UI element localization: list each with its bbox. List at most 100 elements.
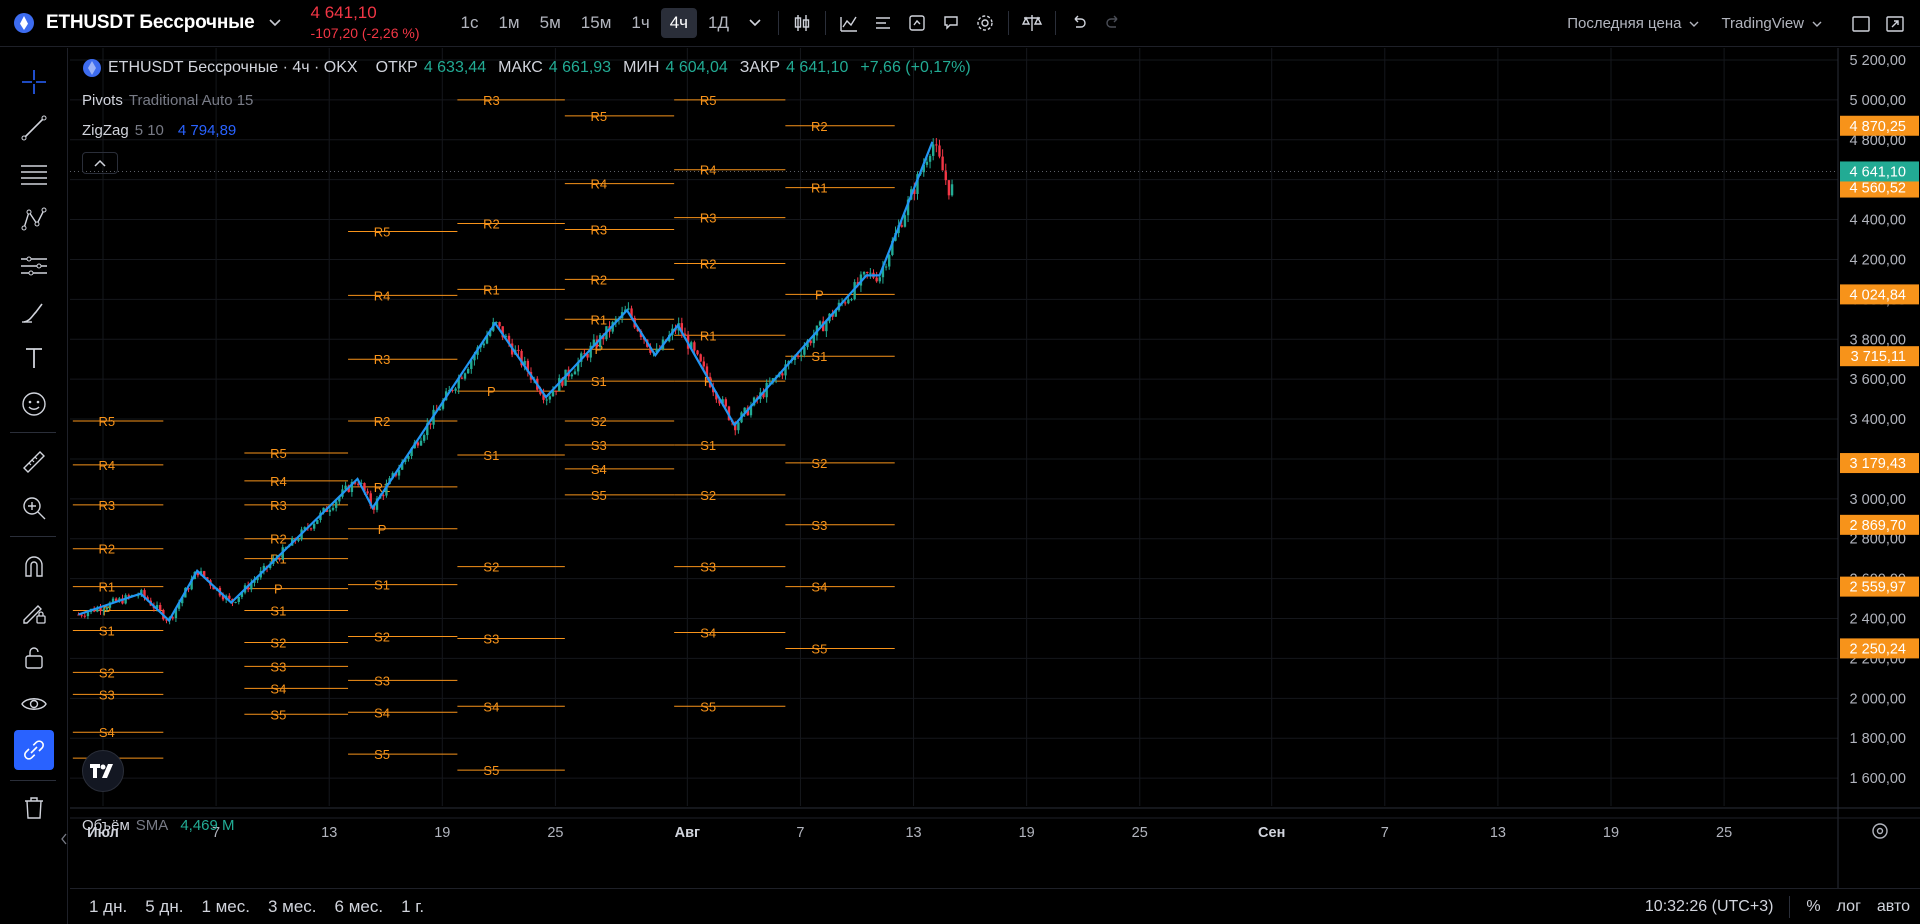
alert-icon[interactable] — [900, 6, 934, 40]
series-legend[interactable]: ETHUSDT Бессрочные · 4ч · OKX ОТКР 4 633,… — [82, 58, 971, 78]
date-range-group: 1 дн. 5 дн. 1 мес. 3 мес. 6 мес. 1 г. — [70, 897, 433, 917]
price-source-dropdown[interactable]: Последняя цена — [1567, 15, 1699, 32]
trend-line-icon[interactable] — [14, 108, 54, 148]
ruler-icon[interactable] — [14, 442, 54, 482]
pivot-level-label: R2 — [811, 119, 828, 134]
candle-body — [554, 390, 558, 392]
zigzag-legend[interactable]: ZigZag 5 10 4 794,89 — [82, 122, 236, 139]
pivot-price-badge-label: 2 559,97 — [1850, 580, 1906, 596]
timeframe-1ч[interactable]: 1ч — [622, 8, 658, 38]
top-toolbar: ETHUSDT Бессрочные 4 641,10 -107,20 (-2,… — [0, 0, 1920, 47]
range-button-1[interactable]: 5 дн. — [136, 897, 192, 917]
forecast-icon[interactable] — [14, 246, 54, 286]
symbol-search[interactable]: ETHUSDT Бессрочные — [0, 0, 281, 47]
pivots-legend[interactable]: Pivots Traditional Auto 15 — [82, 92, 253, 109]
volume-legend[interactable]: Объём SMA 4,469 M — [82, 817, 235, 834]
volume-ma: SMA — [135, 817, 169, 834]
pivot-level-label: R4 — [591, 177, 608, 192]
pivot-level-label: S2 — [270, 635, 286, 650]
pivot-level-label: R1 — [700, 328, 717, 343]
price-chart[interactable]: R5 R4 R3 R2 R1 P S1 S2 S3 S4 S5 R5 R4 R3 R2 R1 P S1 S2 S3 S4… — [70, 48, 1920, 888]
magnet-icon[interactable] — [14, 546, 54, 586]
pivot-level-label: R5 — [99, 414, 116, 429]
tradingview-logo-icon[interactable] — [82, 750, 124, 792]
clock[interactable]: 10:32:26 (UTC+3) — [1645, 898, 1774, 916]
toolbar-divider — [10, 536, 56, 537]
axis-settings-icon-inner — [1876, 827, 1884, 835]
price-axis-tick: 5 000,00 — [1850, 93, 1906, 109]
candle-body — [517, 349, 520, 351]
candle-body — [931, 144, 935, 156]
pivot-level-label: R5 — [270, 446, 287, 461]
pivot-level-label: S2 — [483, 560, 499, 575]
range-button-3[interactable]: 3 мес. — [259, 897, 326, 917]
provider-label: TradingView — [1721, 15, 1804, 32]
lock-drawing-icon[interactable] — [14, 592, 54, 632]
eye-icon[interactable] — [14, 684, 54, 724]
log-scale-toggle[interactable]: лог — [1837, 898, 1861, 916]
zoom-in-icon[interactable] — [14, 488, 54, 528]
candle-body — [699, 354, 702, 362]
timeframe-1м[interactable]: 1м — [489, 8, 528, 38]
fullscreen-icon[interactable] — [1878, 7, 1912, 41]
trash-icon[interactable] — [14, 788, 54, 828]
pattern-icon[interactable] — [14, 200, 54, 240]
percent-scale-toggle[interactable]: % — [1806, 898, 1820, 916]
range-button-4[interactable]: 6 мес. — [326, 897, 393, 917]
brush-icon[interactable] — [14, 292, 54, 332]
candle-body — [818, 321, 822, 326]
crosshair-icon[interactable] — [14, 62, 54, 102]
range-button-0[interactable]: 1 дн. — [80, 897, 136, 917]
timeframe-1Д[interactable]: 1Д — [699, 8, 738, 38]
sync-drawings-icon[interactable] — [14, 730, 54, 770]
pivot-level-label: S3 — [591, 438, 607, 453]
chart-area[interactable]: R5 R4 R3 R2 R1 P S1 S2 S3 S4 S5 R5 R4 R3 R2 R1 P S1 S2 S3 S4… — [70, 48, 1920, 924]
timeframe-menu-chevron-icon[interactable] — [738, 6, 772, 40]
candle-body — [938, 145, 941, 157]
candles-chart-type-icon[interactable] — [785, 6, 819, 40]
candle-body — [724, 399, 728, 407]
timeframe-1с[interactable]: 1с — [452, 8, 488, 38]
collapse-legend-button[interactable] — [82, 152, 118, 174]
collapse-toolbar-icon[interactable] — [60, 832, 68, 850]
axis-settings-icon[interactable] — [1872, 823, 1888, 839]
candle-body — [862, 271, 866, 275]
pivot-level-label: S3 — [99, 687, 115, 702]
layout-icon[interactable] — [1844, 7, 1878, 41]
indicators-icon[interactable] — [832, 6, 866, 40]
candle-body — [102, 609, 105, 612]
symbol-name[interactable]: ETHUSDT Бессрочные — [46, 12, 255, 34]
price-axis-tick: 1 600,00 — [1850, 771, 1906, 787]
indicator-templates-icon[interactable] — [866, 6, 900, 40]
pivot-level-label: S4 — [270, 681, 286, 696]
pivot-level-label: P — [274, 582, 283, 597]
redo-icon[interactable] — [1096, 6, 1130, 40]
timeframe-5м[interactable]: 5м — [531, 8, 570, 38]
time-axis-tick: 13 — [1490, 825, 1506, 841]
undo-icon[interactable] — [1062, 6, 1096, 40]
timeframe-4ч[interactable]: 4ч — [660, 8, 698, 38]
chevron-down-icon[interactable] — [268, 16, 281, 30]
time-axis-tick: 25 — [547, 825, 563, 841]
pivot-level-label: R3 — [591, 223, 608, 238]
toolbar-divider — [10, 780, 56, 781]
pivot-level-label: R4 — [700, 163, 717, 178]
text-icon[interactable] — [14, 338, 54, 378]
timeframe-15м[interactable]: 15м — [572, 8, 621, 38]
compare-scales-icon[interactable] — [1015, 6, 1049, 40]
candle-body — [463, 373, 467, 379]
replay-icon[interactable] — [934, 6, 968, 40]
pivot-level-label: S5 — [700, 699, 716, 714]
auto-scale-toggle[interactable]: авто — [1877, 898, 1910, 916]
price-axis-tick: 5 200,00 — [1850, 53, 1906, 69]
pivot-level-label: R5 — [591, 109, 608, 124]
series-title: ETHUSDT Бессрочные · 4ч · OKX — [108, 59, 358, 76]
emoji-icon[interactable] — [14, 384, 54, 424]
range-button-5[interactable]: 1 г. — [392, 897, 433, 917]
candle-body — [466, 368, 470, 374]
lock-icon[interactable] — [14, 638, 54, 678]
fib-retracement-icon[interactable] — [14, 154, 54, 194]
range-button-2[interactable]: 1 мес. — [192, 897, 259, 917]
provider-dropdown[interactable]: TradingView — [1721, 15, 1822, 32]
gear-icon[interactable] — [968, 6, 1002, 40]
